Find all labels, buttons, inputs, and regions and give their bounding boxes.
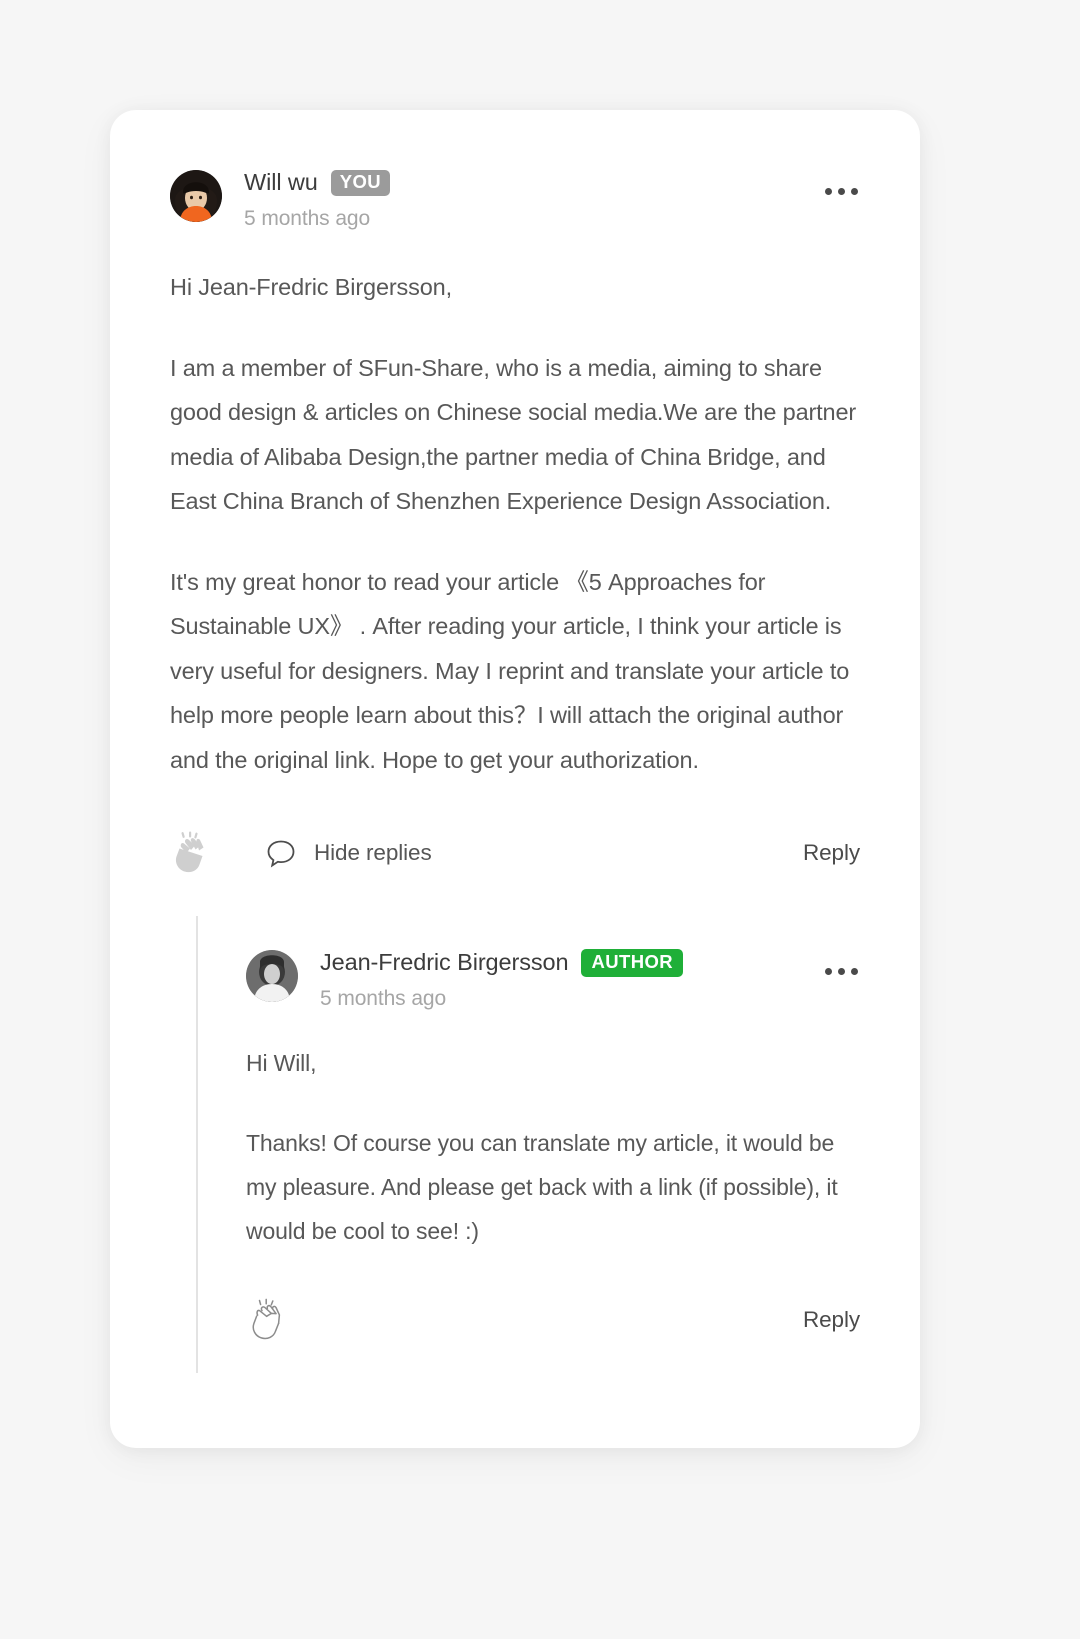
root-comment-meta: Will wu YOU 5 months ago — [244, 168, 391, 231]
status-badge-author: AUTHOR — [581, 949, 683, 977]
reply-comment-meta: Jean-Fredric Birgersson AUTHOR 5 months … — [320, 948, 683, 1011]
status-badge-you: YOU — [330, 170, 391, 196]
dot — [825, 968, 832, 975]
paragraph: Thanks! Of course you can translate my a… — [246, 1130, 838, 1244]
reply-comment-actions: Reply — [246, 1297, 860, 1343]
avatar[interactable] — [170, 170, 222, 222]
dot — [838, 968, 845, 975]
reply-comment: Jean-Fredric Birgersson AUTHOR 5 months … — [246, 916, 860, 1343]
clap-icon — [175, 831, 204, 873]
clap-icon — [252, 1298, 281, 1340]
paragraph: Hi Jean-Fredric Birgersson, — [170, 274, 452, 300]
root-comment: Will wu YOU 5 months ago Hi Jean-Fredric… — [110, 110, 920, 1373]
root-comment-actions: Hide replies Reply — [170, 830, 860, 876]
dot — [838, 188, 845, 195]
reply-comment-header: Jean-Fredric Birgersson AUTHOR 5 months … — [246, 948, 860, 1011]
dot — [825, 188, 832, 195]
reply-button[interactable]: Reply — [803, 840, 860, 866]
dot — [851, 968, 858, 975]
reply-button[interactable]: Reply — [803, 1307, 860, 1333]
avatar[interactable] — [246, 950, 298, 1002]
author-row: Jean-Fredric Birgersson AUTHOR — [320, 948, 683, 978]
dot — [851, 188, 858, 195]
comment-thread-card: Will wu YOU 5 months ago Hi Jean-Fredric… — [110, 110, 920, 1448]
clap-button[interactable] — [246, 1297, 292, 1343]
speech-bubble-icon — [267, 840, 295, 868]
timestamp: 5 months ago — [244, 207, 371, 230]
author-name[interactable]: Jean-Fredric Birgersson — [320, 949, 569, 976]
more-options-button[interactable] — [823, 182, 860, 201]
clap-button[interactable] — [170, 830, 216, 876]
reply-comment-body: Hi Will, Thanks! Of course you can trans… — [246, 1041, 860, 1253]
paragraph: It's my great honor to read your article… — [170, 568, 850, 773]
root-comment-body: Hi Jean-Fredric Birgersson, I am a membe… — [170, 265, 860, 782]
paragraph: I am a member of SFun-Share, who is a me… — [170, 354, 857, 515]
root-comment-header: Will wu YOU 5 months ago — [170, 168, 860, 231]
paragraph: Hi Will, — [246, 1050, 317, 1076]
author-name[interactable]: Will wu — [244, 169, 318, 196]
hide-replies-button[interactable]: Hide replies — [264, 836, 432, 870]
avatar-photo-icon — [246, 950, 298, 1002]
avatar-photo-icon — [170, 170, 222, 222]
timestamp: 5 months ago — [320, 987, 447, 1010]
hide-replies-label: Hide replies — [314, 840, 432, 865]
author-row: Will wu YOU — [244, 168, 391, 198]
replies-list: Jean-Fredric Birgersson AUTHOR 5 months … — [196, 916, 860, 1373]
more-options-button[interactable] — [823, 962, 860, 981]
page-background: Will wu YOU 5 months ago Hi Jean-Fredric… — [0, 0, 1080, 1639]
